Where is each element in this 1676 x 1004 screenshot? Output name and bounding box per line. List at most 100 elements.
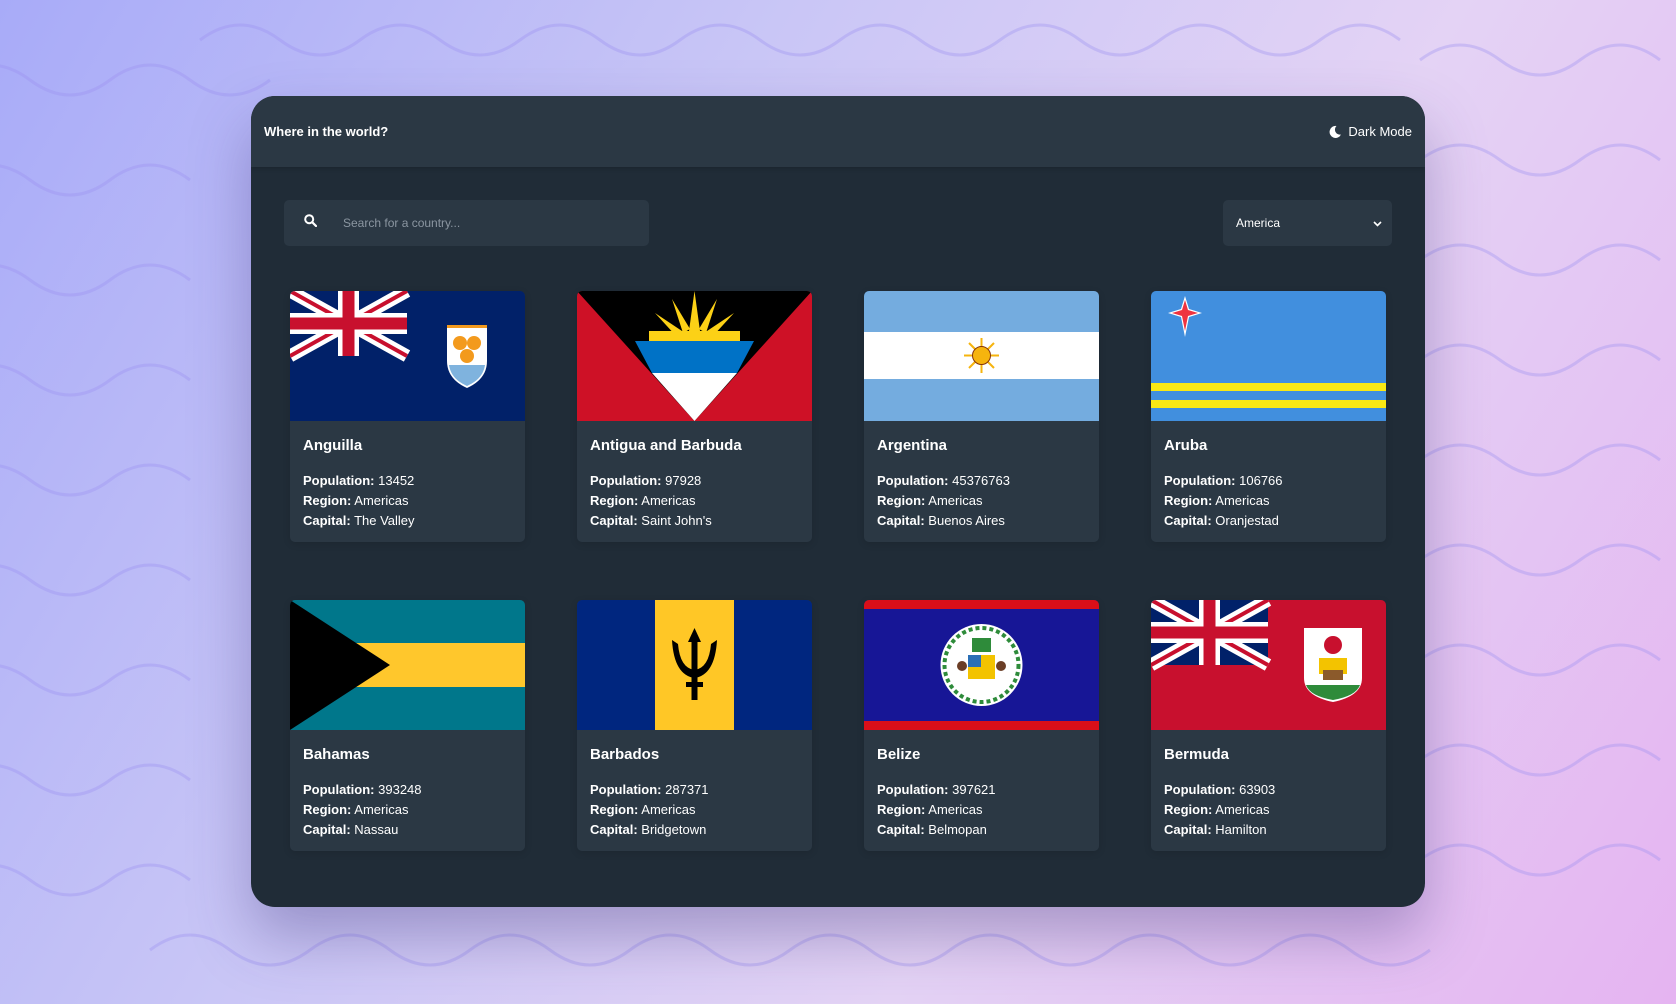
capital-value: Bridgetown bbox=[641, 822, 707, 837]
population-label: Population: bbox=[303, 782, 375, 797]
population-value: 397621 bbox=[952, 782, 996, 797]
country-name: Argentina bbox=[877, 437, 948, 454]
population-label: Population: bbox=[877, 782, 949, 797]
region-value: Americas bbox=[354, 802, 409, 817]
country-name: Antigua and Barbuda bbox=[590, 437, 742, 454]
country-name: Aruba bbox=[1164, 437, 1208, 454]
population-row: Population: 393248 bbox=[303, 780, 512, 800]
capital-label: Capital: bbox=[590, 822, 638, 837]
region-value: Americas bbox=[928, 802, 983, 817]
aruba-flag-image bbox=[1151, 291, 1386, 421]
population-label: Population: bbox=[303, 473, 375, 488]
capital-row: Capital: The Valley bbox=[303, 511, 512, 531]
country-name: Anguilla bbox=[303, 437, 363, 454]
region-label: Region: bbox=[590, 493, 639, 508]
population-row: Population: 45376763 bbox=[877, 471, 1086, 491]
region-value: Americas bbox=[1215, 493, 1270, 508]
capital-row: Capital: Buenos Aires bbox=[877, 511, 1086, 531]
population-label: Population: bbox=[590, 473, 662, 488]
region-row: Region: Americas bbox=[590, 800, 799, 820]
country-card[interactable]: Argentina Population: 45376763 Region: A… bbox=[864, 291, 1099, 542]
anguilla-flag-image bbox=[290, 291, 525, 421]
capital-label: Capital: bbox=[1164, 822, 1212, 837]
region-label: Region: bbox=[877, 802, 926, 817]
capital-value: Hamilton bbox=[1215, 822, 1267, 837]
region-value: Americas bbox=[928, 493, 983, 508]
population-value: 106766 bbox=[1239, 473, 1283, 488]
capital-value: Belmopan bbox=[928, 822, 987, 837]
country-card[interactable]: Belize Population: 397621 Region: Americ… bbox=[864, 600, 1099, 851]
capital-row: Capital: Nassau bbox=[303, 820, 512, 840]
app-window: Where in the world? Dark Mode America bbox=[251, 96, 1425, 907]
region-row: Region: Americas bbox=[877, 800, 1086, 820]
population-value: 393248 bbox=[378, 782, 422, 797]
country-card[interactable]: Aruba Population: 106766 Region: America… bbox=[1151, 291, 1386, 542]
dark-mode-toggle[interactable]: Dark Mode bbox=[1328, 124, 1412, 139]
country-name: Belize bbox=[877, 746, 921, 763]
population-value: 287371 bbox=[665, 782, 709, 797]
bermuda-flag-image bbox=[1151, 600, 1386, 730]
region-row: Region: Americas bbox=[590, 491, 799, 511]
capital-row: Capital: Bridgetown bbox=[590, 820, 799, 840]
population-label: Population: bbox=[1164, 782, 1236, 797]
capital-row: Capital: Saint John's bbox=[590, 511, 799, 531]
country-card[interactable]: Bermuda Population: 63903 Region: Americ… bbox=[1151, 600, 1386, 851]
capital-value: Nassau bbox=[354, 822, 399, 837]
region-label: Region: bbox=[590, 802, 639, 817]
population-row: Population: 13452 bbox=[303, 471, 512, 491]
country-card[interactable]: Antigua and Barbuda Population: 97928 Re… bbox=[577, 291, 812, 542]
population-value: 13452 bbox=[378, 473, 415, 488]
region-row: Region: Americas bbox=[1164, 491, 1373, 511]
population-label: Population: bbox=[1164, 473, 1236, 488]
capital-label: Capital: bbox=[877, 513, 925, 528]
region-value: Americas bbox=[354, 493, 409, 508]
capital-row: Capital: Oranjestad bbox=[1164, 511, 1373, 531]
argentina-flag-image bbox=[864, 291, 1099, 421]
capital-label: Capital: bbox=[303, 822, 351, 837]
header: Where in the world? Dark Mode bbox=[251, 96, 1425, 167]
region-row: Region: Americas bbox=[1164, 800, 1373, 820]
antigua-and-barbuda-flag-image bbox=[577, 291, 812, 421]
country-card[interactable]: Barbados Population: 287371 Region: Amer… bbox=[577, 600, 812, 851]
search-input[interactable] bbox=[343, 216, 593, 230]
capital-row: Capital: Hamilton bbox=[1164, 820, 1373, 840]
country-name: Bahamas bbox=[303, 746, 370, 763]
dark-mode-label: Dark Mode bbox=[1348, 124, 1412, 139]
population-row: Population: 397621 bbox=[877, 780, 1086, 800]
region-label: Region: bbox=[303, 802, 352, 817]
region-label: Region: bbox=[877, 493, 926, 508]
region-value: Americas bbox=[641, 493, 696, 508]
region-row: Region: Americas bbox=[303, 491, 512, 511]
capital-value: Buenos Aires bbox=[928, 513, 1005, 528]
population-row: Population: 97928 bbox=[590, 471, 799, 491]
region-filter-select[interactable]: America bbox=[1223, 200, 1392, 246]
region-label: Region: bbox=[1164, 493, 1213, 508]
belize-flag-image bbox=[864, 600, 1099, 730]
country-card[interactable]: Bahamas Population: 393248 Region: Ameri… bbox=[290, 600, 525, 851]
capital-label: Capital: bbox=[590, 513, 638, 528]
capital-row: Capital: Belmopan bbox=[877, 820, 1086, 840]
population-value: 45376763 bbox=[952, 473, 1010, 488]
capital-value: Saint John's bbox=[641, 513, 712, 528]
region-label: Region: bbox=[303, 493, 352, 508]
country-name: Bermuda bbox=[1164, 746, 1230, 763]
population-row: Population: 287371 bbox=[590, 780, 799, 800]
app-title: Where in the world? bbox=[264, 124, 389, 139]
search-icon bbox=[304, 214, 318, 232]
region-value: Americas bbox=[1215, 802, 1270, 817]
region-value: Americas bbox=[641, 802, 696, 817]
population-label: Population: bbox=[590, 782, 662, 797]
region-label: Region: bbox=[1164, 802, 1213, 817]
region-row: Region: Americas bbox=[303, 800, 512, 820]
barbados-flag-image bbox=[577, 600, 812, 730]
capital-label: Capital: bbox=[303, 513, 351, 528]
country-card[interactable]: Anguilla Population: 13452 Region: Ameri… bbox=[290, 291, 525, 542]
chevron-down-icon bbox=[1373, 216, 1382, 230]
capital-value: Oranjestad bbox=[1215, 513, 1279, 528]
capital-label: Capital: bbox=[877, 822, 925, 837]
population-row: Population: 106766 bbox=[1164, 471, 1373, 491]
search-box[interactable] bbox=[284, 200, 649, 246]
region-row: Region: Americas bbox=[877, 491, 1086, 511]
region-filter-value: America bbox=[1236, 216, 1281, 230]
country-grid: Anguilla Population: 13452 Region: Ameri… bbox=[290, 291, 1386, 851]
